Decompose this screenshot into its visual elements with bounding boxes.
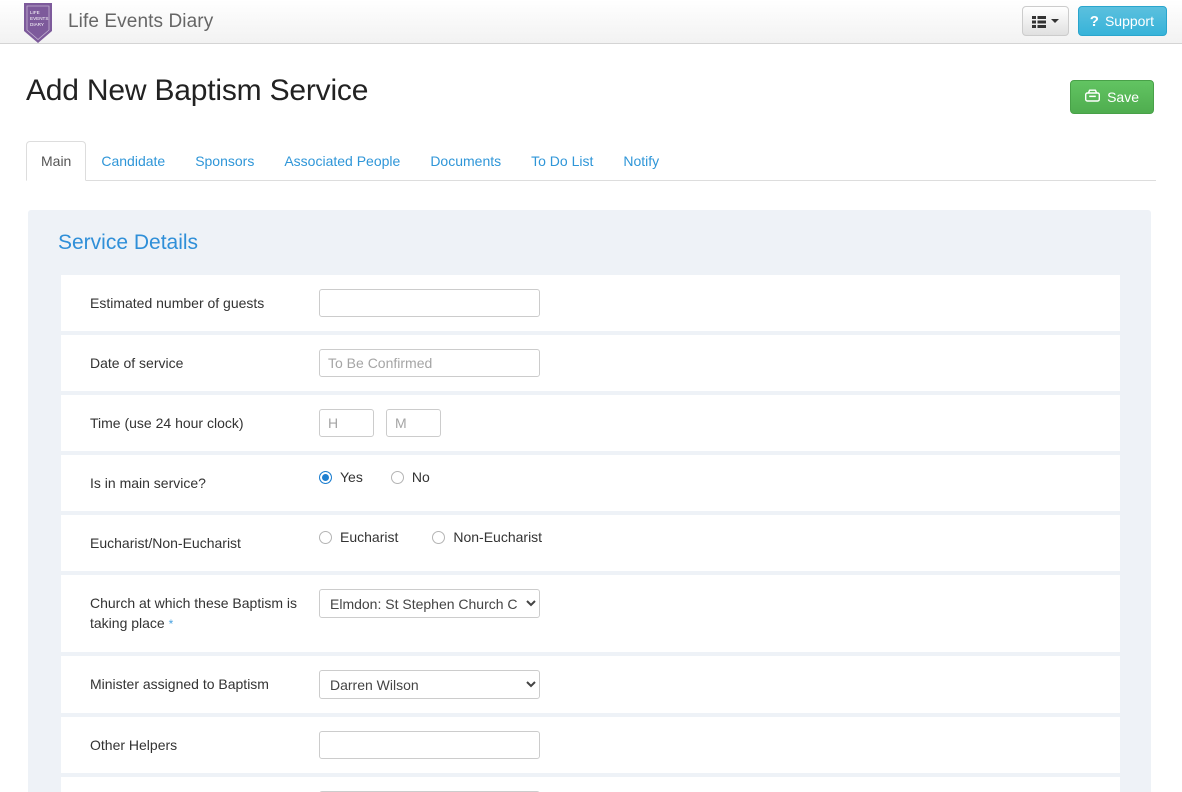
support-button-label: Support	[1104, 13, 1154, 29]
label-church-text: Church at which these Baptism is taking …	[90, 595, 297, 631]
radio-label-non-eucharist: Non-Eucharist	[453, 529, 543, 545]
radio-label-yes: Yes	[340, 469, 363, 485]
save-button[interactable]: Save	[1070, 80, 1154, 114]
logo-line-2: EVENTS	[30, 16, 48, 21]
tab-notify[interactable]: Notify	[608, 141, 674, 181]
navbar-actions: ? Support	[1021, 6, 1167, 36]
field-date-of-service	[319, 335, 540, 391]
page-header: Add New Baptism Service Save	[0, 44, 1182, 114]
form-row-eucharist: Eucharist/Non-Eucharist Eucharist Non-Eu…	[61, 515, 1120, 571]
radio-main-service-no[interactable]: No	[390, 469, 430, 485]
top-navbar: LIFE EVENTS DIARY Life Events Diary ? Su	[0, 0, 1182, 44]
radio-dot-non-eucharist-icon[interactable]	[432, 530, 446, 544]
save-floppy-icon	[1085, 89, 1101, 105]
radio-label-eucharist: Eucharist	[340, 529, 399, 545]
label-is-in-main-service: Is in main service?	[90, 475, 206, 491]
main-service-radio-group: Yes No	[319, 469, 458, 485]
logo-line-3: DIARY	[30, 22, 44, 27]
tab-main[interactable]: Main	[26, 141, 87, 181]
radio-dot-eucharist-icon[interactable]	[319, 530, 332, 544]
service-details-panel: Service Details Estimated number of gues…	[28, 210, 1151, 792]
field-time	[319, 395, 441, 451]
form-row-date: Date of service	[61, 335, 1120, 391]
field-church: Elmdon: St Stephen Church C	[319, 575, 540, 632]
field-eucharist: Eucharist Non-Eucharist	[319, 515, 570, 559]
label-church: Church at which these Baptism is taking …	[61, 575, 319, 652]
brand-title[interactable]: Life Events Diary	[68, 11, 213, 33]
radio-eucharist[interactable]: Eucharist	[319, 529, 398, 545]
form-rows: Estimated number of guests Date of servi…	[28, 275, 1151, 792]
tab-candidate[interactable]: Candidate	[86, 141, 180, 181]
estimated-guests-input[interactable]	[319, 289, 540, 317]
form-row-church: Church at which these Baptism is taking …	[61, 575, 1120, 652]
field-estimated-guests	[319, 275, 540, 331]
table-grid-icon	[1031, 15, 1046, 28]
radio-main-service-yes[interactable]: Yes	[319, 469, 363, 485]
label-eucharist: Eucharist/Non-Eucharist	[90, 535, 241, 551]
tab-bar: Main Candidate Sponsors Associated Peopl…	[26, 141, 1156, 181]
time-hour-input[interactable]	[319, 409, 374, 437]
caret-down-icon	[1050, 19, 1059, 23]
label-time: Time (use 24 hour clock)	[90, 415, 244, 431]
field-shared-notes	[319, 777, 540, 792]
required-asterisk-icon: *	[168, 617, 174, 631]
radio-dot-yes-icon[interactable]	[319, 470, 332, 484]
page-title: Add New Baptism Service	[26, 74, 369, 107]
support-button[interactable]: ? Support	[1077, 6, 1167, 36]
logo-line-1: LIFE	[30, 10, 40, 15]
label-date-of-service: Date of service	[90, 355, 184, 371]
form-row-guests: Estimated number of guests	[61, 275, 1120, 331]
form-row-other-helpers: Other Helpers	[61, 717, 1120, 773]
label-estimated-guests: Estimated number of guests	[90, 295, 265, 311]
form-row-shared-notes: Shared Notes How is it shared? You may w…	[61, 777, 1120, 792]
time-minute-input[interactable]	[386, 409, 441, 437]
tab-documents[interactable]: Documents	[415, 141, 516, 181]
grid-menu-button[interactable]	[1021, 6, 1069, 36]
form-row-time: Time (use 24 hour clock)	[61, 395, 1120, 451]
radio-label-no: No	[411, 469, 430, 485]
label-other-helpers: Other Helpers	[90, 737, 178, 753]
save-button-label: Save	[1107, 89, 1139, 105]
form-row-main-service: Is in main service? Yes No	[61, 455, 1120, 511]
minister-select[interactable]: Darren Wilson	[319, 670, 540, 699]
question-mark-icon: ?	[1089, 12, 1099, 30]
shield-logo-svg: LIFE EVENTS DIARY	[24, 3, 52, 43]
other-helpers-input[interactable]	[319, 731, 540, 759]
field-is-in-main-service: Yes No	[319, 455, 458, 499]
field-other-helpers	[319, 717, 540, 773]
date-of-service-input[interactable]	[319, 349, 540, 377]
tab-to-do-list[interactable]: To Do List	[516, 141, 608, 181]
radio-dot-no-icon[interactable]	[390, 470, 404, 484]
tab-associated-people[interactable]: Associated People	[269, 141, 415, 181]
panel-title: Service Details	[58, 231, 199, 254]
field-minister: Darren Wilson	[319, 656, 540, 713]
church-select[interactable]: Elmdon: St Stephen Church C	[319, 589, 540, 618]
radio-non-eucharist[interactable]: Non-Eucharist	[432, 529, 542, 545]
label-shared-notes: Shared Notes How is it shared? You may w…	[61, 777, 319, 792]
shield-logo-icon[interactable]: LIFE EVENTS DIARY	[24, 3, 52, 43]
form-row-minister: Minister assigned to Baptism Darren Wils…	[61, 656, 1120, 713]
eucharist-radio-group: Eucharist Non-Eucharist	[319, 529, 570, 545]
tab-sponsors[interactable]: Sponsors	[180, 141, 269, 181]
label-minister: Minister assigned to Baptism	[90, 676, 269, 692]
